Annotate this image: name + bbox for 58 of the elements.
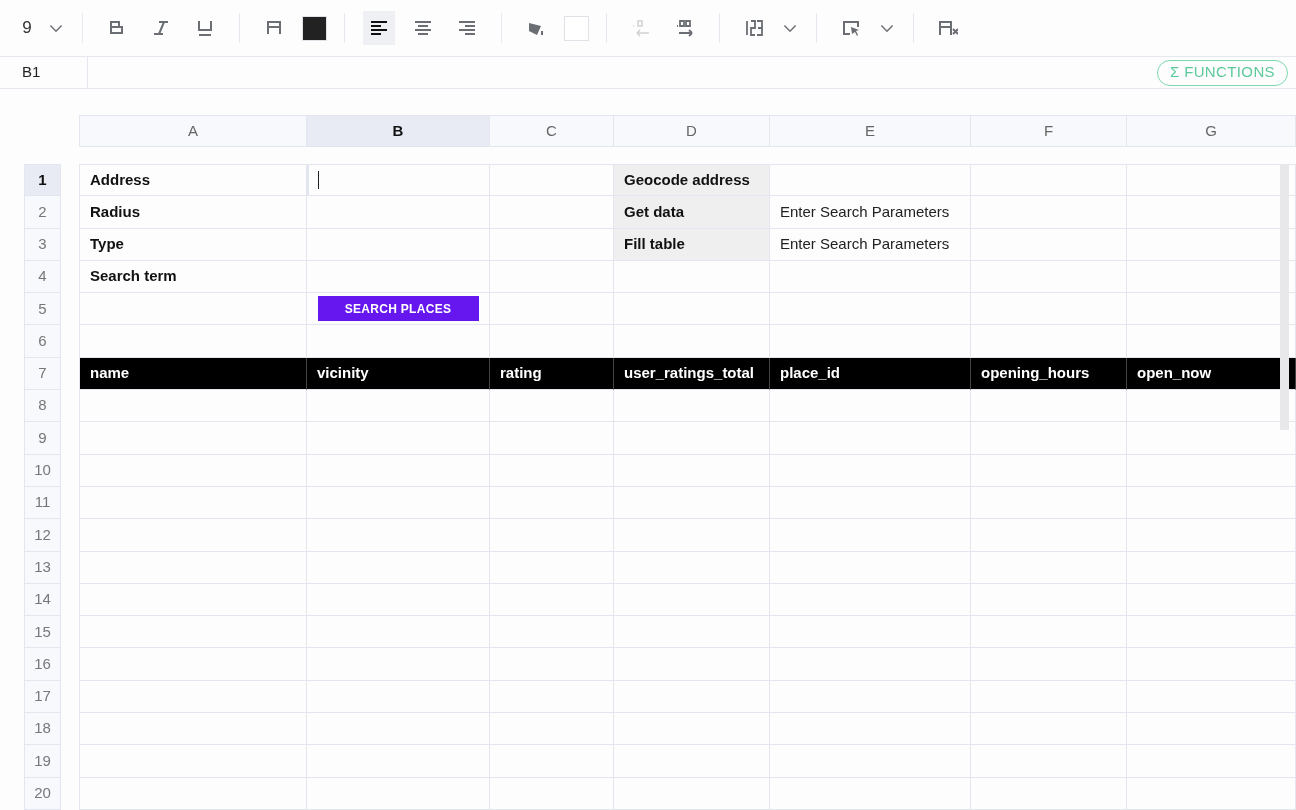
row-header[interactable]: 14	[24, 583, 61, 617]
column-title-cell: user_ratings_total	[614, 357, 770, 391]
column-header[interactable]: F	[971, 115, 1127, 147]
column-header[interactable]: D	[614, 115, 770, 147]
table-cell: Get data	[614, 196, 770, 229]
table-cell: Type	[79, 228, 307, 261]
align-right-icon	[457, 18, 477, 38]
column-title-cell: place_id	[770, 357, 971, 391]
column-header[interactable]: G	[1127, 115, 1296, 147]
row-header[interactable]: 7	[24, 357, 61, 391]
column-title-cell: rating	[490, 357, 614, 391]
scrollbar[interactable]	[1280, 164, 1289, 430]
row-header[interactable]: 13	[24, 551, 61, 584]
row-header[interactable]: 9	[24, 422, 61, 455]
row-header[interactable]: 12	[24, 519, 61, 552]
column-header[interactable]: C	[490, 115, 614, 147]
increase-decimal-icon	[675, 18, 695, 38]
row-header[interactable]: 8	[24, 390, 61, 423]
row-header[interactable]: 4	[24, 260, 61, 294]
row-header[interactable]: 10	[24, 454, 61, 487]
cell-reference: B1	[22, 62, 41, 83]
row-header[interactable]: 20	[24, 777, 61, 810]
table-cell: Fill table	[614, 228, 770, 261]
clear-format-icon	[938, 18, 958, 38]
align-center-icon	[413, 18, 433, 38]
column-header[interactable]: E	[770, 115, 971, 147]
column-title-cell: name	[79, 357, 307, 391]
row-header[interactable]: 11	[24, 486, 61, 520]
search-places-button[interactable]: SEARCH PLACES	[317, 296, 479, 322]
column-title-cell: vicinity	[307, 357, 490, 391]
row-header[interactable]: 2	[24, 196, 61, 229]
font-size-button[interactable]: 9	[12, 11, 42, 45]
underline-icon	[195, 18, 215, 38]
align-left-icon	[369, 18, 389, 38]
column-header[interactable]: B	[307, 115, 490, 147]
row-header[interactable]: 18	[24, 713, 61, 746]
table-cell: Radius	[79, 196, 307, 229]
row-header[interactable]: 1	[24, 164, 61, 197]
table-cell: Enter Search Parameters	[770, 196, 971, 229]
row-header[interactable]: 5	[24, 293, 61, 326]
italic-icon	[151, 18, 171, 38]
table-cell: Geocode address	[614, 164, 770, 197]
table-cell: Search term	[79, 260, 307, 294]
number-format-icon	[744, 18, 764, 38]
column-title-cell: opening_hours	[971, 357, 1127, 391]
cell-input[interactable]	[307, 164, 490, 197]
row-header[interactable]: 16	[24, 648, 61, 681]
row-header[interactable]: 19	[24, 745, 61, 778]
row-header[interactable]: 17	[24, 680, 61, 714]
table-cell: Enter Search Parameters	[770, 228, 971, 261]
align-left-button[interactable]	[363, 11, 395, 45]
table-cell: Address	[79, 164, 307, 197]
column-header[interactable]: A	[79, 115, 307, 147]
row-header[interactable]: 6	[24, 325, 61, 358]
row-header[interactable]: 3	[24, 228, 61, 261]
row-header[interactable]: 15	[24, 616, 61, 649]
select-border-icon	[841, 18, 861, 38]
decrease-decimal-icon	[631, 18, 651, 38]
